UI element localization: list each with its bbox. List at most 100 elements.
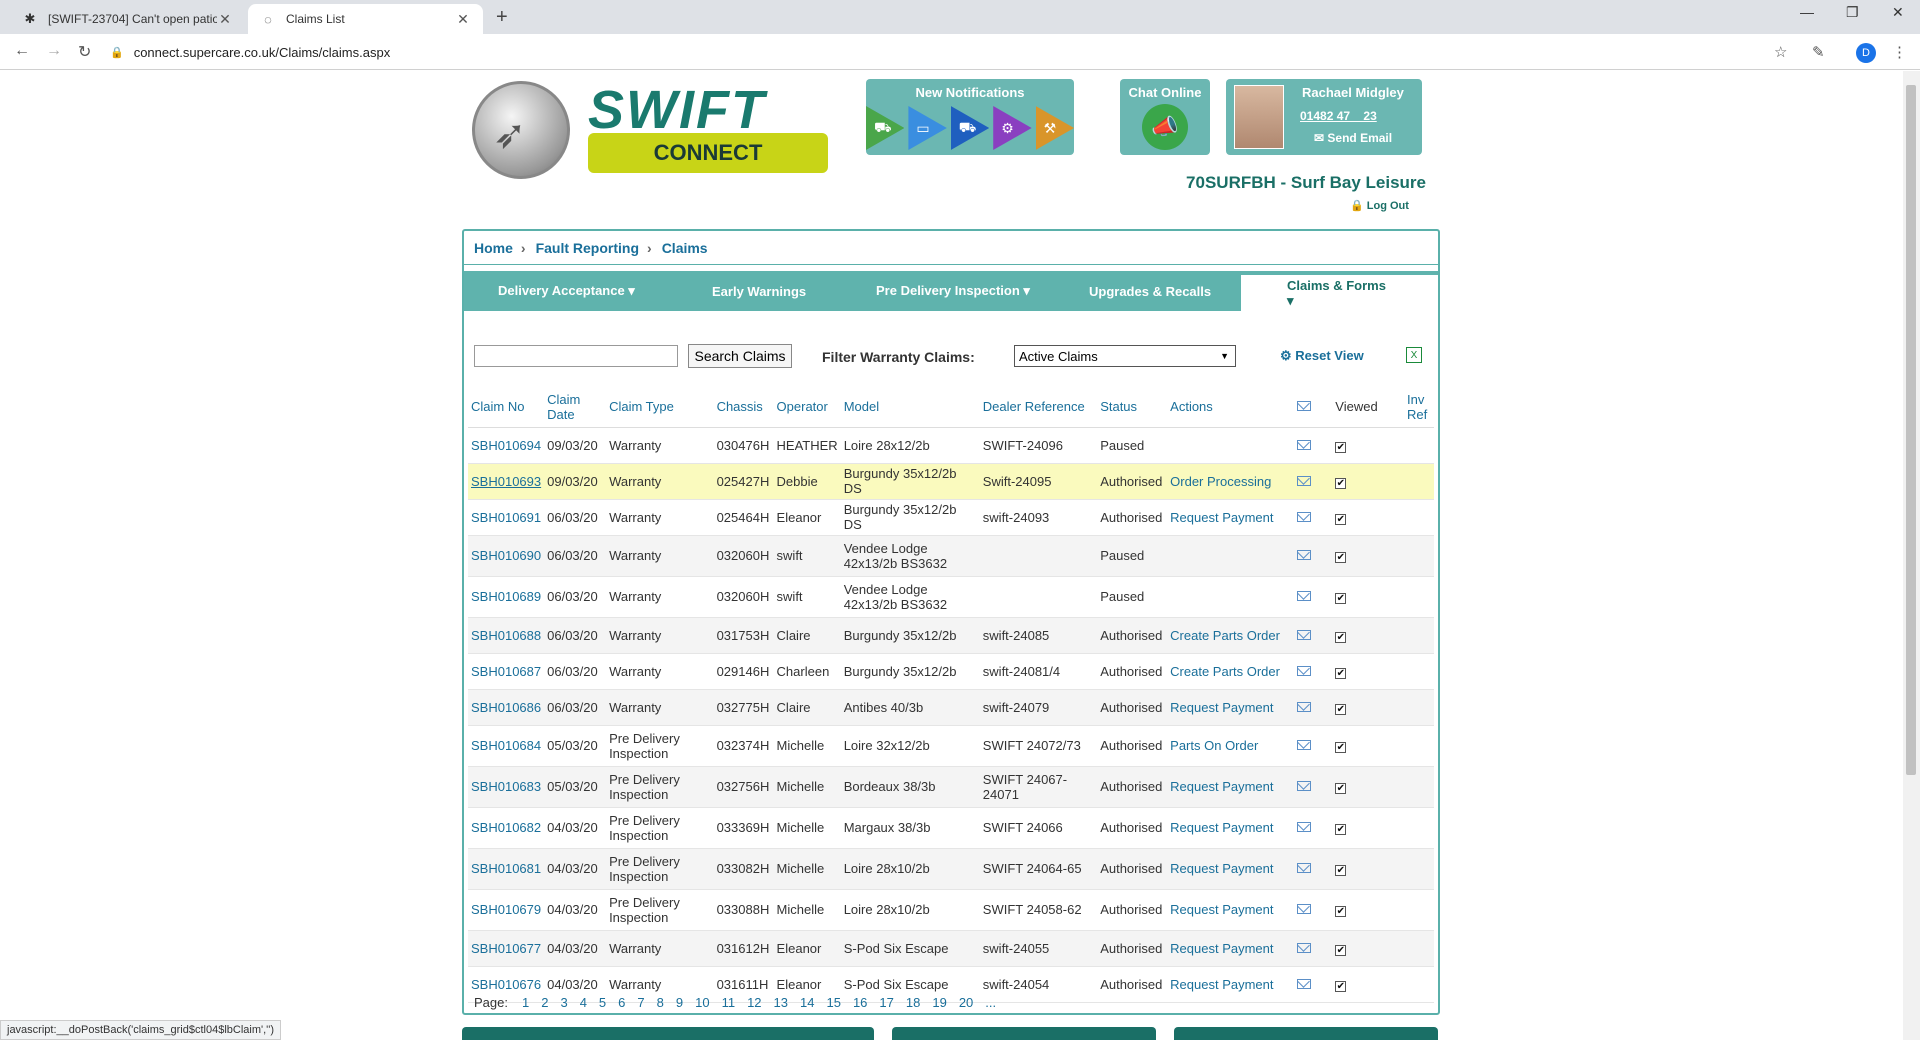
page-link[interactable]: 7 bbox=[637, 995, 644, 1010]
viewed-checkbox[interactable]: ✔ bbox=[1335, 944, 1347, 956]
col-inv-ref[interactable]: Inv Ref bbox=[1403, 387, 1434, 428]
breadcrumb-home[interactable]: Home bbox=[474, 240, 513, 256]
menu-early-warnings[interactable]: Early Warnings bbox=[712, 271, 806, 311]
claim-no-link[interactable]: SBH010694 bbox=[471, 438, 541, 453]
close-icon[interactable]: ✕ bbox=[455, 11, 471, 28]
viewed-checkbox[interactable]: ✔ bbox=[1335, 906, 1347, 917]
page-link[interactable]: 12 bbox=[747, 995, 761, 1010]
envelope-icon[interactable] bbox=[1297, 591, 1312, 601]
menu-pre-delivery-inspection[interactable]: Pre Delivery Inspection ▾ bbox=[876, 271, 1030, 311]
table-row[interactable]: SBH010687 06/03/20 Warranty 029146H Charleen… bbox=[468, 653, 1434, 690]
page-link[interactable]: 4 bbox=[580, 995, 587, 1010]
table-row[interactable]: SBH010693 09/03/20 Warranty 025427H Debbie Bu… bbox=[468, 463, 1434, 500]
menu-delivery-acceptance[interactable]: Delivery Acceptance ▾ bbox=[498, 271, 635, 311]
table-row[interactable]: SBH010683 05/03/20 Pre Delivery Inspection… bbox=[468, 766, 1434, 808]
col-operator[interactable]: Operator bbox=[773, 387, 841, 428]
page-link[interactable]: 6 bbox=[618, 995, 625, 1010]
envelope-icon[interactable] bbox=[1297, 863, 1312, 873]
search-claims-button[interactable]: Search Claims bbox=[688, 344, 792, 368]
page-link[interactable]: ... bbox=[985, 995, 996, 1010]
page-link[interactable]: 10 bbox=[695, 995, 709, 1010]
claim-no-link[interactable]: SBH010684 bbox=[471, 738, 541, 753]
chat-online-panel[interactable]: Chat Online 📣 bbox=[1120, 79, 1210, 155]
table-row[interactable]: SBH010682 04/03/20 Pre Delivery Inspection… bbox=[468, 807, 1434, 849]
viewed-checkbox[interactable]: ✔ bbox=[1335, 477, 1347, 489]
table-row[interactable]: SBH010690 06/03/20 Warranty 032060H swift Ven… bbox=[468, 535, 1434, 577]
send-email-link[interactable]: ✉ Send Email bbox=[1314, 131, 1392, 145]
envelope-icon[interactable] bbox=[1297, 629, 1312, 640]
table-row[interactable]: SBH010688 06/03/20 Warranty 031753H Claire Bu… bbox=[468, 617, 1434, 654]
close-window-icon[interactable]: ✕ bbox=[1892, 4, 1904, 21]
page-link[interactable]: 2 bbox=[541, 995, 548, 1010]
claim-no-link[interactable]: SBH010693 bbox=[471, 474, 541, 489]
truck-notification-icon[interactable]: ⛟ bbox=[950, 106, 990, 150]
envelope-icon[interactable] bbox=[1297, 550, 1312, 560]
claim-no-link[interactable]: SBH010681 bbox=[471, 861, 541, 876]
viewed-checkbox[interactable]: ✔ bbox=[1335, 824, 1347, 835]
envelope-icon[interactable] bbox=[1297, 781, 1312, 791]
action-link[interactable]: Request Payment bbox=[1170, 941, 1273, 956]
claim-no-link[interactable]: SBH010679 bbox=[471, 902, 541, 917]
table-row[interactable]: SBH010686 06/03/20 Warranty 032775H Claire An… bbox=[468, 689, 1434, 726]
megaphone-icon[interactable]: 📣 bbox=[1142, 104, 1188, 150]
action-link[interactable]: Request Payment bbox=[1170, 977, 1273, 992]
table-row[interactable]: SBH010679 04/03/20 Pre Delivery Inspection… bbox=[468, 889, 1434, 931]
page-link[interactable]: 5 bbox=[599, 995, 606, 1010]
claim-no-link[interactable]: SBH010688 bbox=[471, 628, 541, 643]
envelope-icon[interactable] bbox=[1297, 942, 1312, 953]
page-link[interactable]: 14 bbox=[800, 995, 814, 1010]
caravan-notification-icon[interactable]: ⛟ bbox=[865, 106, 905, 150]
claim-no-link[interactable]: SBH010683 bbox=[471, 779, 541, 794]
viewed-checkbox[interactable]: ✔ bbox=[1335, 703, 1347, 715]
tools-notification-icon[interactable]: ⚒ bbox=[1035, 106, 1075, 150]
action-link[interactable]: Request Payment bbox=[1170, 700, 1273, 715]
envelope-icon[interactable] bbox=[1297, 740, 1312, 750]
browser-tab-jira[interactable]: ✱ [SWIFT-23704] Can't open patio ✕ bbox=[10, 4, 245, 34]
page-link[interactable]: 17 bbox=[879, 995, 893, 1010]
swift-logo-icon[interactable]: ➶ bbox=[472, 81, 570, 179]
viewed-checkbox[interactable]: ✔ bbox=[1335, 783, 1347, 794]
gear-notification-icon[interactable]: ⚙ bbox=[993, 106, 1032, 150]
action-link[interactable]: Request Payment bbox=[1170, 510, 1273, 525]
action-link[interactable]: Request Payment bbox=[1170, 820, 1273, 835]
col-claim-no[interactable]: Claim No bbox=[468, 387, 545, 428]
viewed-checkbox[interactable]: ✔ bbox=[1335, 980, 1347, 992]
bookmark-star-icon[interactable]: ☆ bbox=[1774, 43, 1787, 61]
page-link[interactable]: 16 bbox=[853, 995, 867, 1010]
col-model[interactable]: Model bbox=[840, 387, 980, 428]
col-dealer-reference[interactable]: Dealer Reference bbox=[979, 387, 1098, 428]
computer-notification-icon[interactable]: ▭ bbox=[908, 106, 947, 150]
table-row[interactable]: SBH010691 06/03/20 Warranty 025464H Eleanor B… bbox=[468, 499, 1434, 536]
claim-no-link[interactable]: SBH010677 bbox=[471, 941, 541, 956]
action-link[interactable]: Create Parts Order bbox=[1170, 628, 1280, 643]
table-row[interactable]: SBH010684 05/03/20 Pre Delivery Inspection… bbox=[468, 725, 1434, 767]
back-icon[interactable]: ← bbox=[14, 42, 30, 60]
menu-kebab-icon[interactable]: ⋮ bbox=[1892, 43, 1907, 61]
viewed-checkbox[interactable]: ✔ bbox=[1335, 631, 1347, 643]
envelope-icon[interactable] bbox=[1297, 822, 1312, 832]
extension-icon[interactable]: ✎ bbox=[1812, 43, 1825, 61]
envelope-icon[interactable] bbox=[1297, 439, 1312, 450]
url-field[interactable]: 🔒 connect.supercare.co.uk/Claims/claims.… bbox=[110, 40, 1750, 64]
page-link[interactable]: 3 bbox=[560, 995, 567, 1010]
envelope-icon[interactable] bbox=[1297, 904, 1312, 914]
viewed-checkbox[interactable]: ✔ bbox=[1335, 667, 1347, 679]
viewed-checkbox[interactable]: ✔ bbox=[1335, 593, 1347, 604]
close-icon[interactable]: ✕ bbox=[217, 11, 233, 28]
browser-tab-claims[interactable]: ◌ Claims List ✕ bbox=[248, 4, 483, 34]
table-row[interactable]: SBH010681 04/03/20 Pre Delivery Inspection… bbox=[468, 848, 1434, 890]
envelope-icon[interactable] bbox=[1297, 511, 1312, 522]
logout-link[interactable]: 🔒 Log Out bbox=[1350, 199, 1409, 212]
menu-claims-forms[interactable]: Claims & Forms ▾ bbox=[1241, 275, 1438, 311]
action-link[interactable]: Create Parts Order bbox=[1170, 664, 1280, 679]
claim-no-link[interactable]: SBH010691 bbox=[471, 510, 541, 525]
breadcrumb-fault-reporting[interactable]: Fault Reporting bbox=[536, 240, 639, 256]
page-link[interactable]: 18 bbox=[906, 995, 920, 1010]
claim-no-link[interactable]: SBH010689 bbox=[471, 589, 541, 604]
viewed-checkbox[interactable]: ✔ bbox=[1335, 552, 1347, 563]
excel-export-icon[interactable]: X bbox=[1406, 347, 1422, 363]
forward-icon[interactable]: → bbox=[46, 42, 62, 60]
profile-avatar[interactable]: D bbox=[1856, 43, 1876, 63]
new-tab-button[interactable]: + bbox=[496, 6, 508, 29]
page-link[interactable]: 15 bbox=[826, 995, 840, 1010]
